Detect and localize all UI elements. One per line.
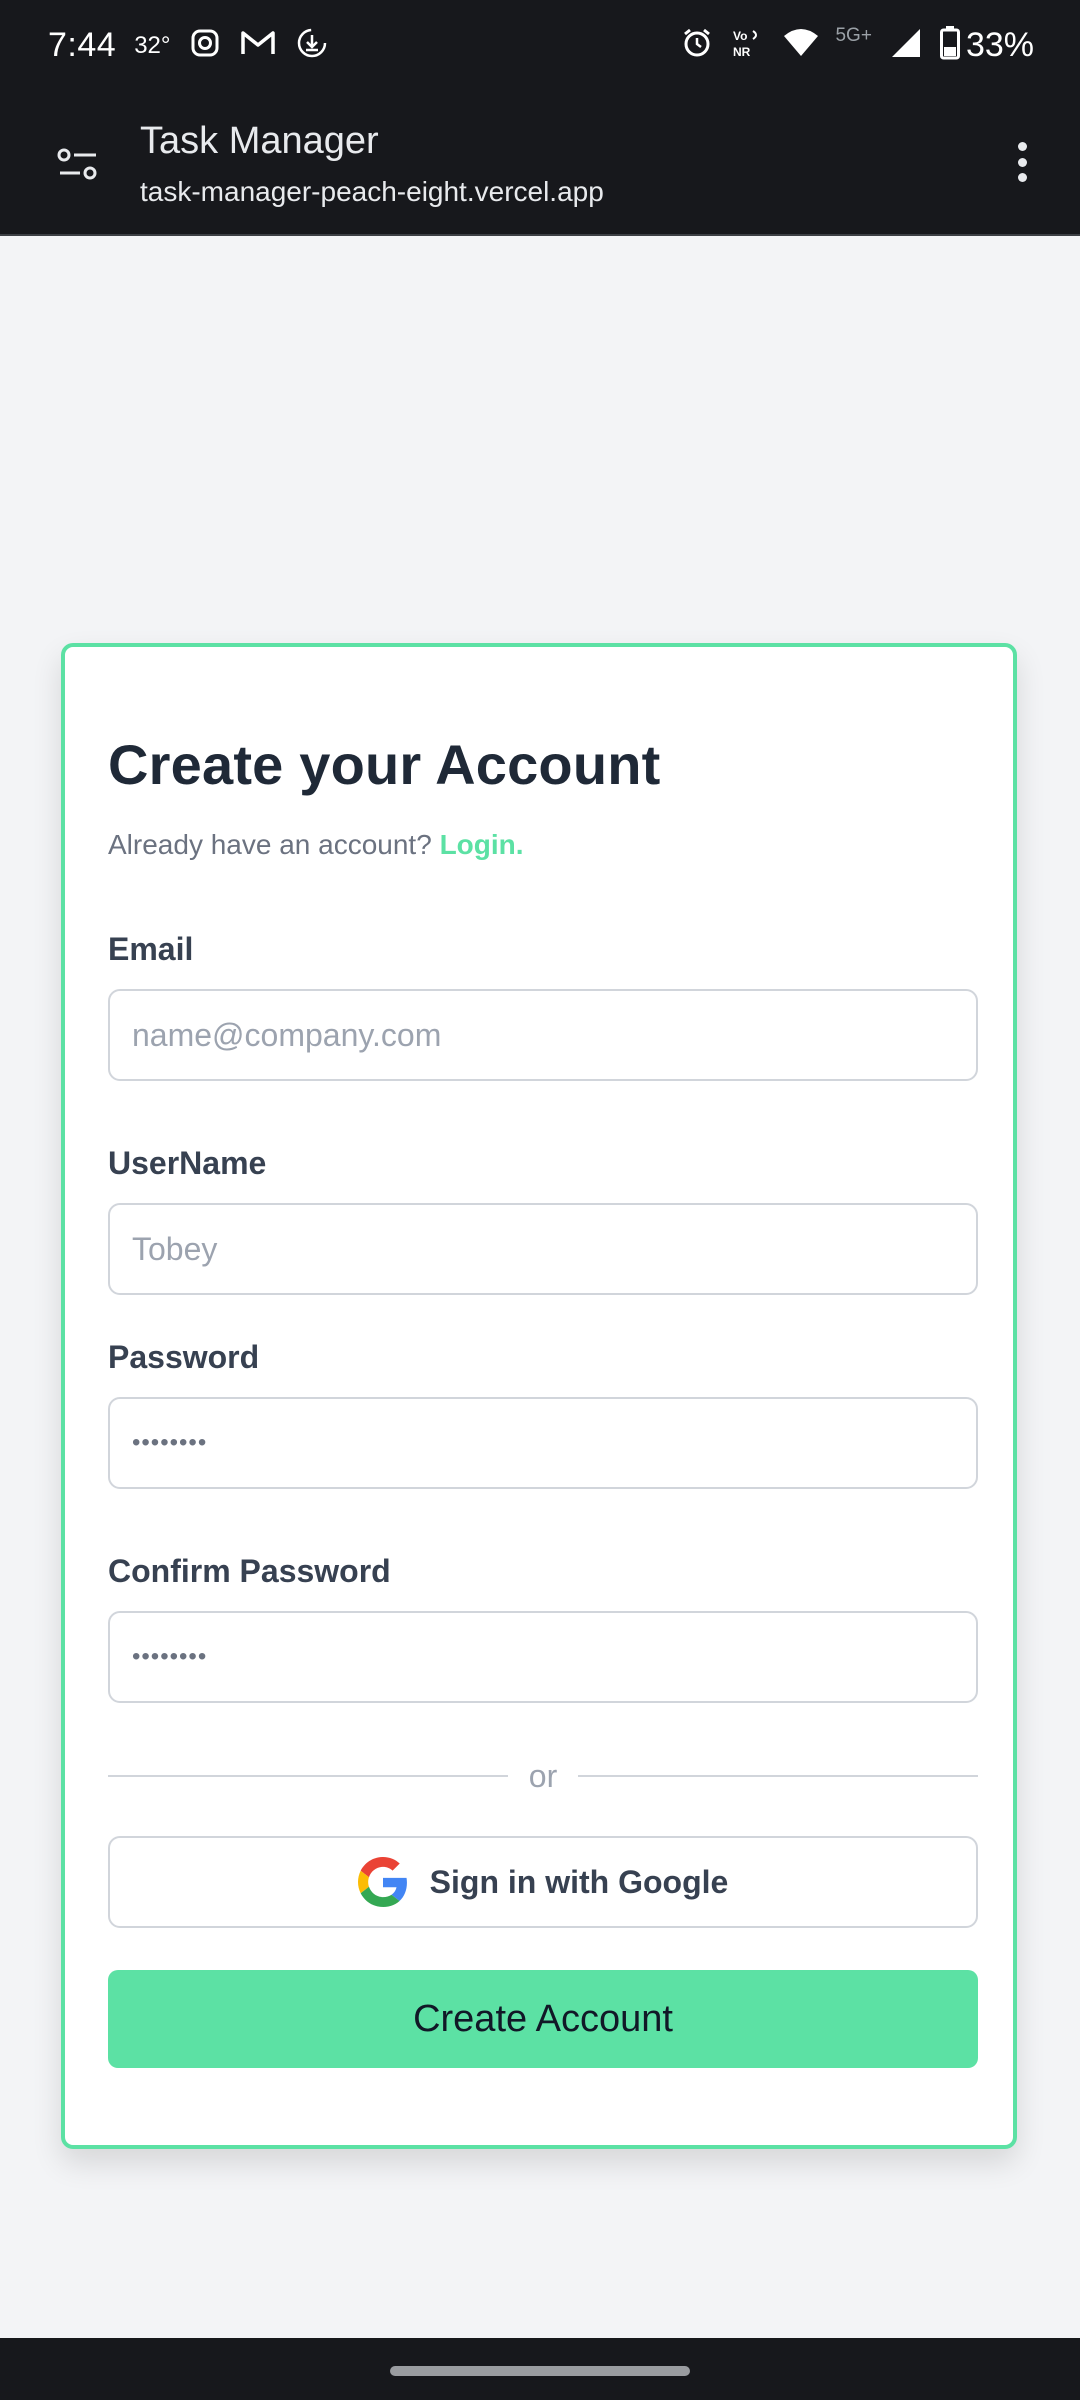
more-options-icon[interactable] — [1004, 138, 1040, 186]
divider-line-right — [578, 1775, 978, 1777]
email-field[interactable]: name@company.com — [108, 989, 978, 1081]
google-signin-label: Sign in with Google — [429, 1863, 729, 1900]
browser-toolbar: Task Manager task-manager-peach-eight.ve… — [0, 96, 1080, 236]
alarm-icon — [681, 27, 713, 64]
create-account-button[interactable]: Create Account — [108, 1970, 978, 2068]
username-field[interactable]: Tobey — [108, 1203, 978, 1295]
password-field[interactable]: •••••••• — [108, 1397, 978, 1489]
signup-card: Create your Account Already have an acco… — [61, 643, 1017, 2149]
login-link[interactable]: Login. — [440, 829, 524, 860]
home-gesture-handle[interactable] — [390, 2366, 690, 2376]
google-icon — [357, 1857, 408, 1907]
status-time: 7:44 — [48, 26, 117, 64]
site-settings-icon[interactable] — [56, 142, 100, 186]
create-account-label: Create Account — [413, 1997, 673, 2040]
login-prompt: Already have an account? Login. — [108, 829, 524, 861]
status-bar-left: 7:44 32° — [48, 26, 328, 65]
status-bar-right: Vo NR 5G+ 33% — [663, 24, 1034, 65]
email-label: Email — [108, 931, 194, 967]
password-label: Password — [108, 1339, 260, 1375]
vonr-icon: Vo NR — [731, 27, 765, 64]
email-placeholder: name@company.com — [132, 1016, 442, 1053]
confirm-password-value: •••••••• — [132, 1643, 208, 1670]
battery-percentage: 33% — [965, 26, 1034, 64]
page-title: Create your Account — [108, 733, 661, 796]
status-bar: 7:44 32° Vo NR 5G+ 33% — [0, 0, 1080, 96]
system-navigation-bar — [0, 2338, 1080, 2400]
svg-text:NR: NR — [733, 45, 751, 59]
browser-page-title: Task Manager — [140, 120, 379, 162]
confirm-password-field[interactable]: •••••••• — [108, 1611, 978, 1703]
download-icon — [296, 27, 328, 64]
username-placeholder: Tobey — [132, 1230, 218, 1267]
status-temperature: 32° — [134, 31, 171, 59]
svg-text:Vo: Vo — [733, 29, 747, 43]
login-prompt-text: Already have an account? — [108, 829, 432, 860]
wifi-icon — [783, 28, 819, 63]
username-label: UserName — [108, 1145, 267, 1181]
or-divider: or — [108, 1758, 978, 1794]
signal-icon — [890, 27, 922, 64]
google-signin-button[interactable]: Sign in with Google — [108, 1836, 978, 1928]
gmail-icon — [240, 29, 276, 62]
battery-icon — [939, 26, 960, 65]
browser-url[interactable]: task-manager-peach-eight.vercel.app — [140, 176, 604, 208]
instagram-icon — [190, 28, 220, 63]
confirm-password-label: Confirm Password — [108, 1553, 391, 1589]
network-type-label: 5G+ — [835, 24, 872, 46]
password-value: •••••••• — [132, 1429, 208, 1456]
